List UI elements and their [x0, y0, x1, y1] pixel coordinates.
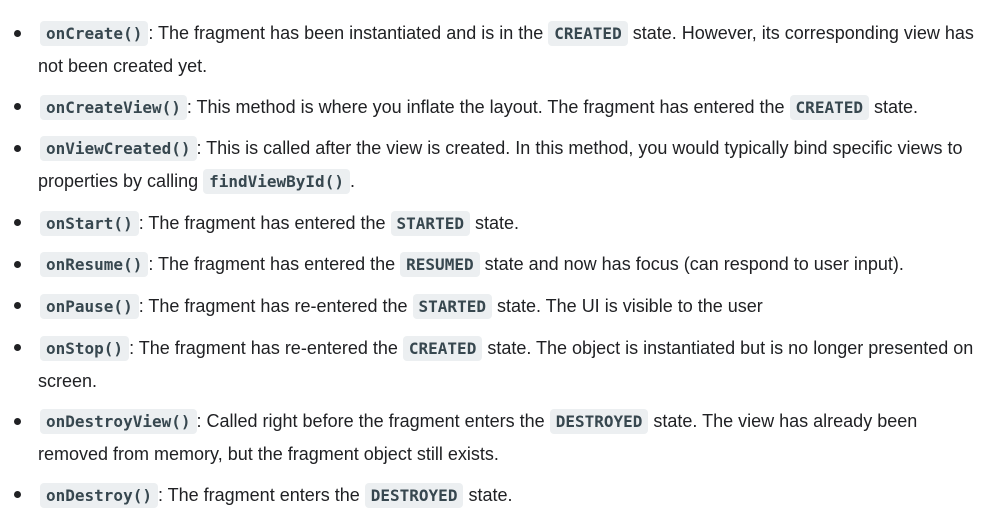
inline-code: DESTROYED	[364, 482, 464, 508]
inline-code: CREATED	[548, 21, 628, 46]
bullet-icon	[14, 29, 21, 37]
inline-code: findViewById()	[203, 169, 350, 195]
description-text: : The fragment has entered the	[148, 254, 401, 275]
description-text: : Called right before the fragment enter…	[196, 411, 550, 432]
description-text: .	[349, 171, 355, 192]
list-item: onStart(): The fragment has entered the …	[0, 207, 975, 240]
list-item: onCreateView(): This method is where you…	[0, 91, 975, 124]
description-text: : The fragment has re-entered the	[138, 295, 413, 316]
description-text: : The fragment has re-entered the	[129, 337, 403, 358]
inline-code: DESTROYED	[549, 409, 649, 435]
method-name-code: onViewCreated()	[40, 136, 197, 162]
description-text: state.	[469, 212, 519, 233]
method-name-code: onPause()	[40, 293, 139, 319]
list-item: onDestroyView(): Called right before the…	[0, 405, 975, 470]
method-name-code: onResume()	[40, 252, 149, 278]
description-text: state.	[868, 96, 919, 117]
inline-code: STARTED	[412, 293, 492, 319]
method-name-code: onStop()	[40, 335, 130, 361]
bullet-icon	[14, 344, 21, 352]
bullet-icon	[14, 144, 21, 152]
method-name-code: onDestroyView()	[40, 409, 197, 435]
bullet-icon	[14, 103, 21, 111]
description-text: state. The UI is visible to the user	[491, 295, 763, 316]
description-text: : The fragment has entered the	[138, 212, 391, 233]
description-text: state.	[463, 484, 513, 505]
method-name-code: onCreateView()	[40, 94, 187, 120]
list-item: onDestroy(): The fragment enters the DES…	[0, 479, 975, 512]
method-name-code: onCreate()	[40, 21, 149, 46]
list-item: onStop(): The fragment has re-entered th…	[0, 332, 975, 397]
bullet-icon	[14, 491, 21, 499]
inline-code: CREATED	[789, 94, 869, 120]
list-item: onCreate(): The fragment has been instan…	[0, 17, 975, 82]
bullet-icon	[14, 260, 21, 268]
method-name-code: onStart()	[40, 210, 139, 236]
description-text: : This method is where you inflate the l…	[186, 96, 790, 117]
list-item: onViewCreated(): This is called after th…	[0, 132, 975, 198]
list-item: onResume(): The fragment has entered the…	[0, 248, 975, 281]
inline-code: STARTED	[390, 210, 470, 236]
lifecycle-method-list: onCreate(): The fragment has been instan…	[0, 0, 975, 512]
description-text: : The fragment has been instantiated and…	[148, 23, 549, 43]
inline-code: RESUMED	[400, 252, 480, 278]
method-name-code: onDestroy()	[40, 482, 158, 508]
description-text: state and now has focus (can respond to …	[479, 254, 904, 275]
bullet-icon	[14, 302, 21, 310]
inline-code: CREATED	[402, 335, 483, 361]
list-item: onPause(): The fragment has re-entered t…	[0, 290, 975, 323]
bullet-icon	[14, 417, 21, 425]
description-text: : The fragment enters the	[157, 484, 365, 505]
bullet-icon	[14, 219, 21, 227]
